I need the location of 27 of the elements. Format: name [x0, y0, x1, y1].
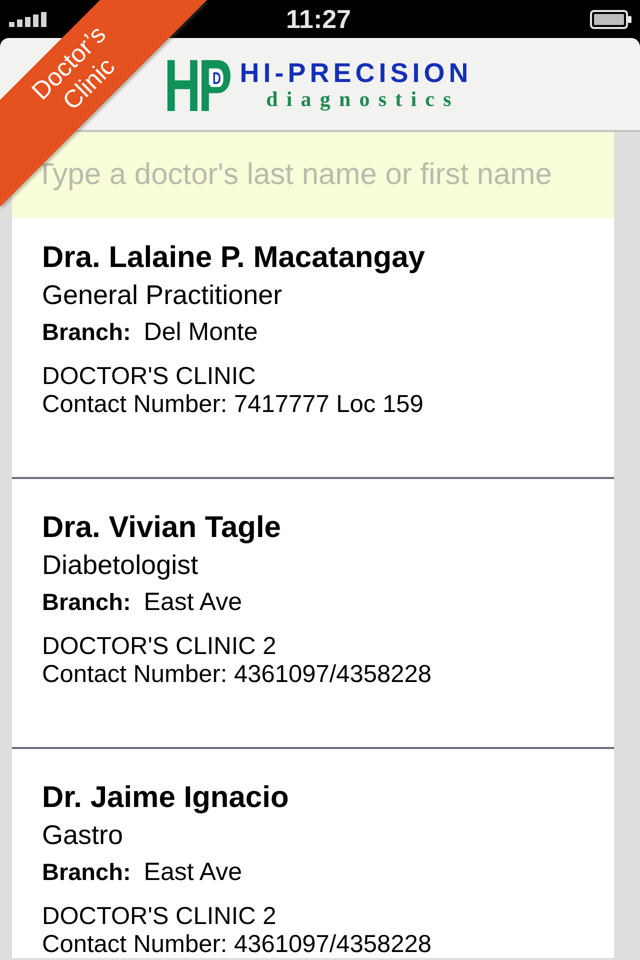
status-time: 11:27 [286, 3, 352, 36]
doctor-name: Dra. Vivian Tagle [42, 511, 282, 545]
clinic-name: DOCTOR'S CLINIC 2 [42, 632, 278, 662]
branch-name: East Ave [144, 857, 242, 888]
contact-number: Contact Number: 7417777 Loc 159 [42, 392, 424, 418]
branch-name: Del Monte [144, 317, 258, 348]
search-field[interactable]: Type a doctor's last name or first name [12, 132, 614, 218]
contact-number: Contact Number: 4361097/4358228 [42, 932, 433, 958]
clinic-name: DOCTOR'S CLINIC [42, 362, 257, 392]
contact-number: Contact Number: 4361097/4358228 [42, 662, 433, 688]
doctor-name: Dr. Jaime Ignacio [42, 781, 290, 815]
doctor-card[interactable]: Dra. Vivian Tagle Diabetologist Branch: East Ave DOCTOR'S CLINIC 2 Contact Number: 4361097/4358228 [12, 479, 614, 749]
doctor-specialty: General Practitioner [42, 279, 284, 312]
clinic-name: DOCTOR'S CLINIC 2 [42, 902, 278, 932]
doctor-specialty: Gastro [42, 819, 124, 852]
doctor-name: Dra. Lalaine P. Macatangay [42, 241, 426, 275]
doctor-card[interactable]: Dr. Jaime Ignacio Gastro Branch: East Ave DOCTOR'S CLINIC 2 Contact Number: 4361097/4358228 [12, 749, 614, 958]
signal-icon [9, 12, 47, 26]
logo-name: HI-PRECISION [240, 59, 472, 87]
doctor-card[interactable]: Dra. Lalaine P. Macatangay General Practitioner Branch: Del Monte DOCTOR'S CLINIC Contact Number: 7417777 Loc 159 [12, 218, 614, 479]
battery-icon [590, 10, 632, 28]
branch-name: East Ave [144, 587, 242, 618]
doctor-specialty: Diabetologist [42, 549, 200, 582]
branch-label: Branch: [42, 318, 131, 347]
branch-label: Branch: [42, 858, 131, 887]
branch-label: Branch: [42, 588, 131, 617]
logo-tagline: diagnostics [266, 87, 460, 111]
